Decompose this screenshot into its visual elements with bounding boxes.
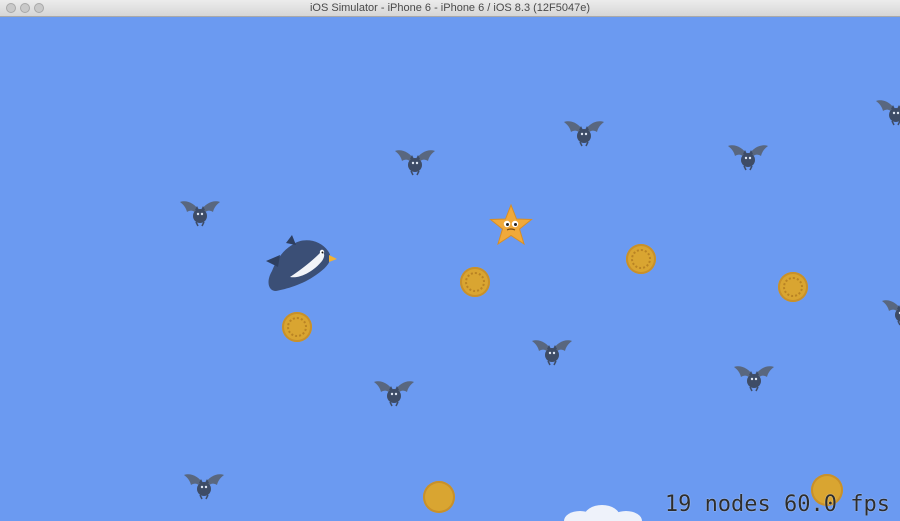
bat-icon: [373, 380, 415, 407]
coin-icon: [460, 267, 490, 297]
bat-icon: [875, 99, 900, 126]
coin-icon: [423, 481, 455, 513]
bat-icon: [563, 120, 605, 147]
bat-icon: [727, 144, 769, 171]
window-title: iOS Simulator - iPhone 6 - iPhone 6 / iO…: [309, 2, 591, 14]
game-scene[interactable]: 19 nodes 60.0 fps: [0, 17, 900, 521]
window-titlebar: iOS Simulator - iPhone 6 - iPhone 6 / iO…: [0, 0, 900, 17]
bat-icon: [881, 299, 900, 326]
penguin-icon[interactable]: [262, 231, 340, 295]
coin-icon: [282, 312, 312, 342]
bat-icon: [394, 149, 436, 176]
bat-icon: [179, 200, 221, 227]
bat-icon: [733, 365, 775, 392]
star-icon: [489, 203, 533, 246]
coin-icon: [778, 272, 808, 302]
cloud-icon: [564, 505, 642, 521]
coin-icon: [626, 244, 656, 274]
bat-icon: [183, 473, 225, 500]
debug-stats-label: 19 nodes 60.0 fps: [664, 492, 890, 517]
bat-icon: [531, 339, 573, 366]
